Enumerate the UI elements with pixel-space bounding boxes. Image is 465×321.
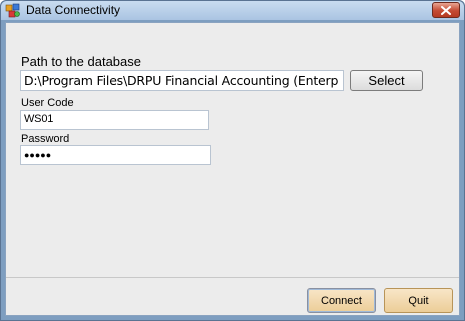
quit-button[interactable]: Quit bbox=[384, 288, 453, 313]
app-icon bbox=[5, 3, 21, 18]
window-title: Data Connectivity bbox=[26, 3, 121, 17]
close-button[interactable] bbox=[432, 2, 460, 18]
connect-button[interactable]: Connect bbox=[307, 288, 376, 313]
dialog-body: Path to the database D:\Program Files\DR… bbox=[5, 22, 460, 316]
user-code-label: User Code bbox=[21, 97, 74, 109]
password-field[interactable]: ●●●●● bbox=[20, 145, 211, 165]
close-icon bbox=[441, 5, 451, 15]
footer-separator bbox=[6, 277, 459, 278]
user-code-field[interactable]: WS01 bbox=[20, 110, 209, 130]
data-connectivity-window: Data Connectivity Path to the database D… bbox=[0, 0, 465, 321]
path-label: Path to the database bbox=[21, 54, 141, 69]
title-bar[interactable]: Data Connectivity bbox=[1, 1, 464, 20]
password-label: Password bbox=[21, 133, 70, 145]
select-button[interactable]: Select bbox=[350, 70, 423, 91]
database-path-field[interactable]: D:\Program Files\DRPU Financial Accounti… bbox=[20, 70, 344, 91]
